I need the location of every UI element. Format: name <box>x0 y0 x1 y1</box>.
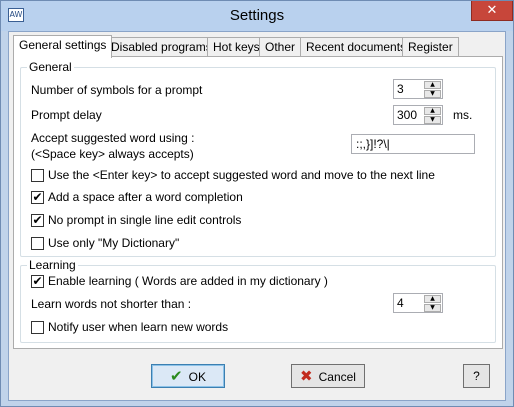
prompt-delay-value: 300 <box>397 108 418 122</box>
prompt-delay-unit: ms. <box>453 108 473 122</box>
min-length-spinner[interactable]: 4 ▲ ▼ <box>393 293 443 313</box>
tab-other[interactable]: Other <box>259 37 302 57</box>
close-button[interactable]: ✕ <box>471 1 513 21</box>
accept-chars-input[interactable]: :;,}]!?\| <box>351 134 475 154</box>
tab-recent-documents[interactable]: Recent documents <box>300 37 413 57</box>
min-length-label: Learn words not shorter than : <box>31 297 192 311</box>
enable-learning-checkbox-row[interactable]: ✔ Enable learning ( Words are added in m… <box>31 274 351 290</box>
my-dictionary-checkbox-label: Use only "My Dictionary" <box>48 236 180 250</box>
general-settings-panel: General Number of symbols for a prompt 3… <box>13 56 503 349</box>
add-space-checkbox-row[interactable]: ✔ Add a space after a word completion <box>31 190 331 206</box>
symbols-label: Number of symbols for a prompt <box>31 83 203 97</box>
enable-learning-checkbox-label: Enable learning ( Words are added in my … <box>48 274 328 288</box>
spin-down-icon[interactable]: ▼ <box>424 116 441 124</box>
prompt-delay-label: Prompt delay <box>31 108 102 122</box>
notify-checkbox-row[interactable]: Notify user when learn new words <box>31 320 331 336</box>
help-button[interactable]: ? <box>463 364 490 388</box>
no-prompt-checkbox-label: No prompt in single line edit controls <box>48 213 242 227</box>
notify-checkbox[interactable] <box>31 321 44 334</box>
ok-button[interactable]: ✔ OK <box>151 364 225 388</box>
learning-group-legend: Learning <box>27 258 78 272</box>
spin-up-icon[interactable]: ▲ <box>424 81 441 89</box>
checkmark-icon: ✔ <box>170 367 183 385</box>
min-length-value: 4 <box>397 296 404 310</box>
tab-strip: General settings Disabled programs Hot k… <box>13 35 503 58</box>
spin-down-icon[interactable]: ▼ <box>424 90 441 98</box>
enter-key-checkbox[interactable] <box>31 169 44 182</box>
tab-hot-keys[interactable]: Hot keys <box>207 37 266 57</box>
spin-up-icon[interactable]: ▲ <box>424 107 441 115</box>
general-group-legend: General <box>27 60 74 74</box>
tab-general-settings[interactable]: General settings <box>13 35 113 58</box>
cancel-button-label: Cancel <box>318 370 356 384</box>
prompt-delay-spinner[interactable]: 300 ▲ ▼ <box>393 105 443 125</box>
my-dictionary-checkbox[interactable] <box>31 237 44 250</box>
accept-sublabel: (<Space key> always accepts) <box>31 147 194 161</box>
cancel-button[interactable]: ✖ Cancel <box>291 364 365 388</box>
settings-window: AW Settings ✕ General settings Disabled … <box>0 0 514 407</box>
tab-register[interactable]: Register <box>402 37 459 57</box>
symbols-value: 3 <box>397 82 404 96</box>
general-group: General Number of symbols for a prompt 3… <box>20 60 496 257</box>
my-dictionary-checkbox-row[interactable]: Use only "My Dictionary" <box>31 236 331 252</box>
help-button-label: ? <box>473 369 480 383</box>
ok-button-label: OK <box>188 370 206 384</box>
spin-down-icon[interactable]: ▼ <box>424 304 441 312</box>
symbols-spinner[interactable]: 3 ▲ ▼ <box>393 79 443 99</box>
learning-group: Learning ✔ Enable learning ( Words are a… <box>20 258 496 343</box>
add-space-checkbox[interactable]: ✔ <box>31 191 44 204</box>
accept-label: Accept suggested word using : <box>31 131 195 145</box>
close-icon: ✕ <box>486 3 498 18</box>
add-space-checkbox-label: Add a space after a word completion <box>48 190 243 204</box>
window-title: Settings <box>229 7 285 24</box>
tab-disabled-programs[interactable]: Disabled programs <box>105 37 218 57</box>
notify-checkbox-label: Notify user when learn new words <box>48 320 229 334</box>
cancel-x-icon: ✖ <box>300 367 313 385</box>
spin-up-icon[interactable]: ▲ <box>424 295 441 303</box>
no-prompt-checkbox-row[interactable]: ✔ No prompt in single line edit controls <box>31 213 331 229</box>
no-prompt-checkbox[interactable]: ✔ <box>31 214 44 227</box>
enter-key-checkbox-row[interactable]: Use the <Enter key> to accept suggested … <box>31 168 491 184</box>
title-bar[interactable]: AW Settings ✕ <box>1 1 513 31</box>
enable-learning-checkbox[interactable]: ✔ <box>31 275 44 288</box>
dialog-client-area: General settings Disabled programs Hot k… <box>8 31 506 401</box>
enter-key-checkbox-label: Use the <Enter key> to accept suggested … <box>48 168 435 182</box>
